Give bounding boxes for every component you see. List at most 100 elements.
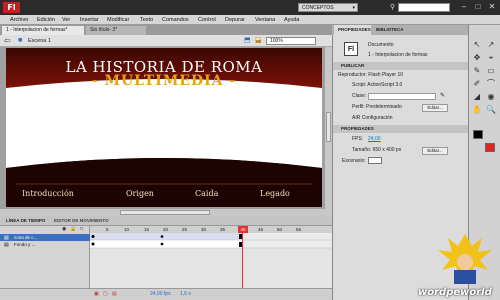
layer-icon: ▤ <box>4 242 9 248</box>
air-settings-label: AIR Configuración <box>352 115 393 121</box>
watermark-text: wordpeworld <box>418 287 492 298</box>
layer-icon: ▤ <box>4 235 9 241</box>
free-transform-tool-icon[interactable]: ✥ <box>471 52 483 63</box>
menu-archivo[interactable]: Archivo <box>10 15 28 25</box>
hand-tool-icon[interactable]: ✋ <box>471 104 483 115</box>
layer-panel: ◉ 🔒 □ zona de c... Fondo y ... ▤ ▤ <box>0 226 90 288</box>
tab-properties[interactable]: PROPIEDADES <box>334 25 371 35</box>
ruler-tick: 5 <box>106 227 109 232</box>
vertical-scroll-thumb[interactable] <box>326 112 331 142</box>
playhead-frame[interactable]: 40 <box>238 226 248 233</box>
ruler-tick: 55 <box>296 227 302 232</box>
menu-insertar[interactable]: Insertar <box>80 15 99 25</box>
edit-profile-button[interactable]: Editar... <box>422 104 448 112</box>
brush-tool-icon[interactable]: ⌒ <box>485 78 497 89</box>
edit-size-button[interactable]: Editar... <box>422 147 448 155</box>
timeline-footer: ▣ ▢ ▤ 24,00 fps 1,6 s <box>0 288 332 300</box>
flash-logo-icon: Fl <box>3 2 20 13</box>
edit-multiple-frames-icon[interactable]: ▤ <box>112 291 117 297</box>
ruler-tick: 35 <box>220 227 226 232</box>
stage-subtitle: - MULTIMEDIA - <box>91 73 237 89</box>
menu-ayuda[interactable]: Ayuda <box>284 15 300 25</box>
nav-origen[interactable]: Origen <box>126 189 154 198</box>
menu-modificar[interactable]: Modificar <box>107 15 129 25</box>
stage-color-swatch[interactable] <box>368 157 382 164</box>
menu-edicion[interactable]: Edición <box>37 15 55 25</box>
menu-ventana[interactable]: Ventana <box>255 15 275 25</box>
scene-label[interactable]: Escena 1 <box>28 38 51 44</box>
3d-rotation-tool-icon[interactable]: ⌖ <box>485 52 497 63</box>
nav-legado[interactable]: Legado <box>260 189 290 198</box>
minimize-button[interactable]: – <box>458 2 470 12</box>
ruler-tick: 25 <box>182 227 188 232</box>
help-search-input[interactable] <box>398 3 450 12</box>
fps-value[interactable]: 24,00 <box>368 136 381 143</box>
layer-name: Fondo y ... <box>14 242 36 247</box>
tab-motion-editor[interactable]: EDITOR DE MOVIMIENTO <box>54 216 109 226</box>
back-arrow-icon[interactable]: ⇦ <box>4 36 11 45</box>
close-button[interactable]: ✕ <box>486 2 498 12</box>
size-label: Tamaño: 650 x 400 px <box>352 147 402 153</box>
horizontal-scroll-thumb[interactable] <box>120 210 210 215</box>
section-publish[interactable]: PUBLICAR <box>333 62 468 70</box>
tab-sin-titulo[interactable]: Sin título- 2* <box>86 26 146 35</box>
tab-library[interactable]: BIBLIOTECA <box>372 25 404 35</box>
eye-icon[interactable]: ◉ <box>62 226 66 232</box>
section-properties[interactable]: PROPIEDADES <box>333 125 468 133</box>
footer-band <box>6 158 322 207</box>
document-name: 1 - Interpolacion de formas <box>368 52 428 58</box>
script-label: Script: ActionScript 3.0 <box>352 82 403 88</box>
ruler-tick: 50 <box>277 227 283 232</box>
chevron-down-icon: ▾ <box>352 5 355 11</box>
rectangle-tool-icon[interactable]: ▭ <box>485 65 497 76</box>
timeline-header: LÍNEA DE TIEMPO EDITOR DE MOVIMIENTO <box>0 216 332 226</box>
subselection-tool-icon[interactable]: ↗ <box>485 39 497 50</box>
paint-bucket-tool-icon[interactable]: ◢ <box>471 91 483 102</box>
fill-color-swatch[interactable] <box>485 143 495 152</box>
lock-icon[interactable]: 🔒 <box>70 226 76 232</box>
maximize-button[interactable]: □ <box>472 2 484 12</box>
layer-name: zona de c... <box>14 235 38 240</box>
document-tab-bar: 1 - Interpolacion de formas* Sin título-… <box>0 25 332 35</box>
layer-row-zona[interactable]: zona de c... <box>0 234 90 241</box>
zoom-tool-icon[interactable]: 🔍 <box>485 104 497 115</box>
stage-color-label: Escenario: <box>342 158 366 164</box>
stage[interactable]: LA HISTORIA DE ROMA - MULTIMEDIA - Intro… <box>6 48 322 207</box>
playhead[interactable] <box>242 226 243 288</box>
tab-interpolacion[interactable]: 1 - Interpolacion de formas* <box>2 26 84 35</box>
menu-control[interactable]: Control <box>198 15 216 25</box>
menu-texto[interactable]: Texto <box>140 15 153 25</box>
menu-comandos[interactable]: Comandos <box>162 15 189 25</box>
frames-grid[interactable] <box>90 233 332 249</box>
document-label: Documento <box>368 42 394 48</box>
frames-svg <box>90 233 332 249</box>
pencil-tool-icon[interactable]: ✐ <box>471 78 483 89</box>
outline-icon[interactable]: □ <box>80 226 83 232</box>
time-readout: 1,6 s <box>180 291 191 297</box>
workspace-dropdown[interactable]: CONCEPTOS BÁSICOS ▾ <box>298 3 358 19</box>
profile-label: Perfil: Predeterminado <box>352 104 402 110</box>
ruler-tick: 45 <box>258 227 264 232</box>
onion-outline-icon[interactable]: ▢ <box>103 291 108 297</box>
menu-ver[interactable]: Ver <box>62 15 70 25</box>
zoom-select[interactable]: 100% <box>266 37 316 45</box>
nav-caida[interactable]: Caida <box>195 189 218 198</box>
class-input[interactable] <box>368 93 436 100</box>
onion-skin-icon[interactable]: ▣ <box>94 291 99 297</box>
menu-bar: Archivo Edición Ver Insertar Modificar T… <box>0 15 500 25</box>
selection-tool-icon[interactable]: ↖ <box>471 39 483 50</box>
search-icon: ⚲ <box>389 4 396 11</box>
pen-tool-icon[interactable]: ✎ <box>471 65 483 76</box>
layer-row-fondo[interactable]: Fondo y ... <box>0 241 90 248</box>
stroke-color-swatch[interactable] <box>473 130 483 139</box>
edit-symbol-icon[interactable]: ⬓ <box>255 36 262 44</box>
menu-depurar[interactable]: Depurar <box>225 15 245 25</box>
tab-timeline[interactable]: LÍNEA DE TIEMPO <box>6 216 45 226</box>
zoom-value: 100% <box>270 38 283 44</box>
ruler-tick: 15 <box>144 227 150 232</box>
edit-scene-icon[interactable]: ⬒ <box>244 36 251 44</box>
nav-introduccion[interactable]: Introducción <box>22 189 74 198</box>
eyedropper-tool-icon[interactable]: ◉ <box>485 91 497 102</box>
pencil-icon[interactable]: ✎ <box>440 92 445 99</box>
player-label: Reproductor: Flash Player 10 <box>338 72 404 78</box>
